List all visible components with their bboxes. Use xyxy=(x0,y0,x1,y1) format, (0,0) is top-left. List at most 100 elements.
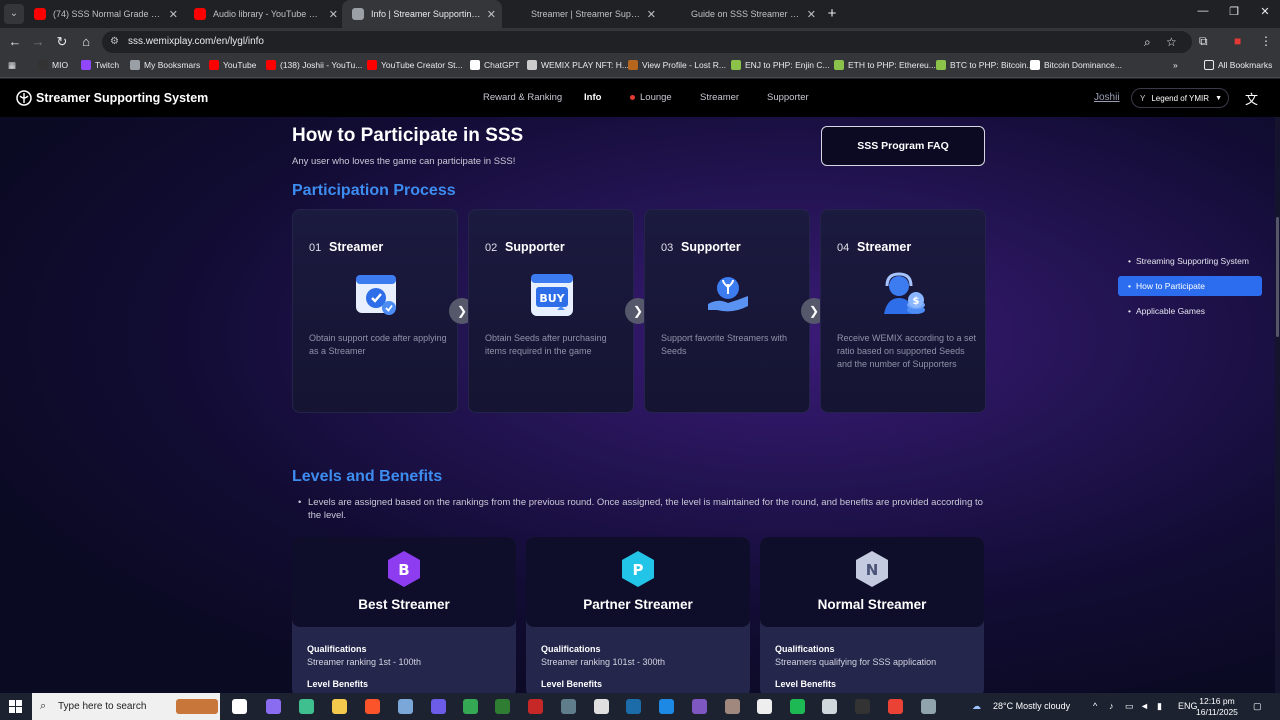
nav-info[interactable]: Info xyxy=(584,92,601,103)
tab-title: Guide on SSS Streamer Mission xyxy=(691,9,801,19)
bookmark-item[interactable]: ENJ to PHP: Enjin C... xyxy=(731,60,830,70)
bookmark-item[interactable]: BTC to PHP: Bitcoin... xyxy=(936,60,1034,70)
tray-chevron-icon[interactable]: ^ xyxy=(1093,701,1097,711)
app-sheet-icon[interactable] xyxy=(495,699,510,714)
step-number: 04 xyxy=(837,242,850,254)
bookmark-star-icon[interactable]: ☆ xyxy=(1166,35,1177,49)
site-info-icon[interactable]: ⚙ xyxy=(110,36,122,48)
app-globe-icon[interactable] xyxy=(398,699,413,714)
messenger-icon[interactable] xyxy=(659,699,674,714)
browser-tab[interactable]: Info | Streamer Supporting Syst ✕ xyxy=(342,0,502,28)
news-icon[interactable] xyxy=(528,699,543,714)
site-logo-text[interactable]: Streamer Supporting System xyxy=(36,91,208,105)
file-explorer-icon[interactable] xyxy=(332,699,347,714)
profile-extension-icon[interactable]: ■ xyxy=(1234,34,1241,48)
mic-icon[interactable]: ♪ xyxy=(1109,701,1114,711)
qualifications-value: Streamer ranking 1st - 100th xyxy=(307,657,422,667)
bookmark-item[interactable]: Twitch xyxy=(81,60,119,70)
address-bar[interactable]: ⚙ sss.wemixplay.com/en/lygl/info ⌕ ☆ xyxy=(102,31,1192,53)
chrome-icon[interactable] xyxy=(463,699,478,714)
page-scrollbar[interactable] xyxy=(1275,117,1280,693)
tab-close-icon[interactable]: ✕ xyxy=(647,8,656,21)
network-icon[interactable]: ▭ xyxy=(1125,701,1134,712)
nav-streamer[interactable]: Streamer xyxy=(700,92,739,103)
app-y-icon[interactable] xyxy=(822,699,837,714)
notifications-icon[interactable]: ▢ xyxy=(1253,701,1262,712)
browser-tab[interactable]: Streamer | Streamer Supporting ✕ xyxy=(502,0,662,28)
windows-start-icon[interactable] xyxy=(9,700,22,713)
bookmark-item[interactable]: ChatGPT xyxy=(470,60,519,70)
side-nav-streaming-supporting-system[interactable]: • Streaming Supporting System xyxy=(1118,251,1262,271)
user-name-link[interactable]: Joshii xyxy=(1094,92,1120,103)
nav-reward-ranking[interactable]: Reward & Ranking xyxy=(483,92,562,103)
tab-search-chevron-icon[interactable]: ⌄ xyxy=(4,4,24,24)
side-nav-how-to-participate[interactable]: • How to Participate xyxy=(1118,276,1262,296)
levels-note: • Levels are assigned based on the ranki… xyxy=(298,496,988,522)
back-icon[interactable]: ← xyxy=(6,33,24,51)
language-indicator[interactable]: ENG xyxy=(1178,701,1198,711)
weather-text[interactable]: 28°C Mostly cloudy xyxy=(993,701,1070,711)
home-icon[interactable]: ⌂ xyxy=(77,33,95,51)
volume-icon[interactable]: ◄ xyxy=(1140,701,1149,711)
tab-close-icon[interactable]: ✕ xyxy=(487,8,496,21)
apps-grid-icon[interactable]: ▦ xyxy=(8,60,16,71)
sss-logo-icon[interactable] xyxy=(16,90,32,106)
bookmark-item[interactable]: Bitcoin Dominance... xyxy=(1030,60,1122,70)
faq-button[interactable]: SSS Program FAQ xyxy=(821,126,985,166)
bookmark-item[interactable]: (138) Joshii - YouTu... xyxy=(266,60,362,70)
browser-tab[interactable]: Guide on SSS Streamer Mission ✕ xyxy=(662,0,822,28)
nav-supporter[interactable]: Supporter xyxy=(767,92,809,103)
more-bookmarks-icon[interactable]: » xyxy=(1173,60,1178,70)
tab-close-icon[interactable]: ✕ xyxy=(329,8,338,21)
bookmark-item[interactable]: YouTube Creator St... xyxy=(367,60,463,70)
browser-tab[interactable]: (74) SSS Normal Grade Streame ✕ xyxy=(24,0,184,28)
app-green-icon[interactable] xyxy=(299,699,314,714)
all-bookmarks[interactable]: All Bookmarks xyxy=(1204,60,1272,70)
scrollbar-thumb[interactable] xyxy=(1276,217,1279,337)
language-icon[interactable]: 文 xyxy=(1245,89,1258,108)
forward-icon[interactable]: → xyxy=(29,33,47,51)
level-name: Partner Streamer xyxy=(583,597,693,612)
browser-menu-icon[interactable]: ⋮ xyxy=(1260,34,1272,48)
chrome-active-icon[interactable] xyxy=(888,699,903,714)
bookmark-item[interactable]: MIO xyxy=(38,60,68,70)
code-window-icon xyxy=(356,275,396,315)
bookmark-label: ETH to PHP: Ethereu... xyxy=(848,60,936,70)
reload-icon[interactable]: ↻ xyxy=(53,33,71,51)
zoom-search-icon[interactable]: ⌕ xyxy=(1144,35,1151,50)
copilot-icon[interactable] xyxy=(266,699,281,714)
new-tab-button[interactable]: + xyxy=(822,4,842,24)
bookmark-item[interactable]: ETH to PHP: Ethereu... xyxy=(834,60,936,70)
battery-icon[interactable]: ▮ xyxy=(1157,701,1162,712)
spotify-icon[interactable] xyxy=(790,699,805,714)
viber-icon[interactable] xyxy=(692,699,707,714)
tab-close-icon[interactable]: ✕ xyxy=(169,8,178,21)
app-chat-icon[interactable] xyxy=(431,699,446,714)
x-icon[interactable] xyxy=(594,699,609,714)
nav-lounge[interactable]: Lounge xyxy=(630,92,672,103)
bookmark-favicon-icon xyxy=(1030,60,1040,70)
restore-icon[interactable]: ❐ xyxy=(1219,5,1249,18)
epic-games-icon[interactable] xyxy=(855,699,870,714)
game-selector[interactable]: Y Legend of YMIR ▼ xyxy=(1131,88,1229,108)
minimize-icon[interactable]: — xyxy=(1188,5,1218,17)
browser-tab[interactable]: Audio library - YouTube Studio ✕ xyxy=(184,0,344,28)
steam-icon[interactable] xyxy=(626,699,641,714)
bookmark-item[interactable]: My Booksmars xyxy=(130,60,200,70)
wemix-icon[interactable] xyxy=(757,699,772,714)
task-view-icon[interactable] xyxy=(232,699,247,714)
side-nav-applicable-games[interactable]: • Applicable Games xyxy=(1118,301,1262,321)
bookmark-item[interactable]: YouTube xyxy=(209,60,256,70)
bookmark-item[interactable]: View Profile - Lost R... xyxy=(628,60,726,70)
weather-icon[interactable]: ☁ xyxy=(972,701,981,712)
app-circle-icon[interactable] xyxy=(921,699,936,714)
taskbar-clock[interactable]: 12:16 pm 16/11/2025 xyxy=(1196,696,1238,718)
bookmark-item[interactable]: WEMIX PLAY NFT: H... xyxy=(527,60,629,70)
calculator-icon[interactable] xyxy=(561,699,576,714)
close-window-icon[interactable]: ✕ xyxy=(1250,5,1280,18)
brave-icon[interactable] xyxy=(365,699,380,714)
tab-close-icon[interactable]: ✕ xyxy=(807,8,816,21)
app-brown-icon[interactable] xyxy=(725,699,740,714)
extensions-icon[interactable]: ⧉ xyxy=(1199,34,1208,49)
building-widget-icon[interactable] xyxy=(176,699,218,714)
